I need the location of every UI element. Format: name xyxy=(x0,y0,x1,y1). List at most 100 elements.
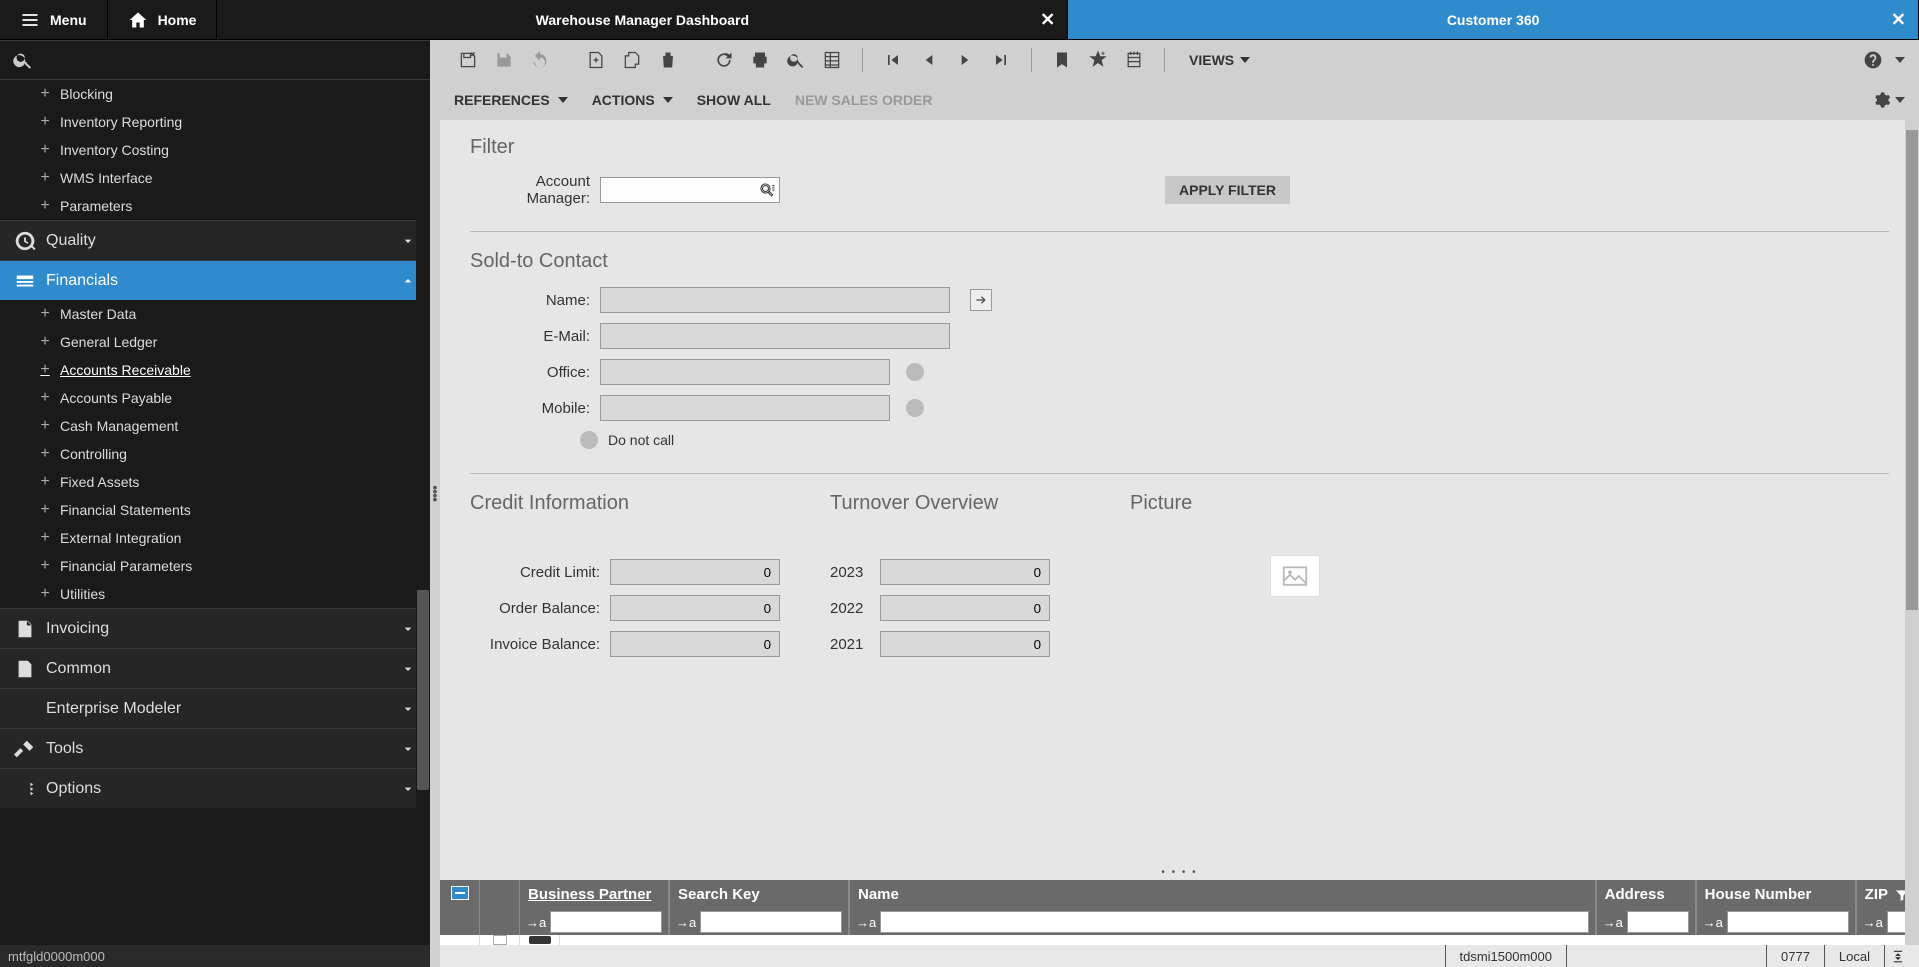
home-button[interactable]: Home xyxy=(108,0,218,39)
sidebar-group-enterprise-modeler[interactable]: Enterprise Modeler xyxy=(0,688,430,728)
sidebar-item-external-integration[interactable]: +External Integration xyxy=(0,524,430,552)
radio-unchecked[interactable] xyxy=(580,431,598,449)
col-zip[interactable]: ZIP xyxy=(1865,886,1888,903)
first-record-button[interactable] xyxy=(879,46,907,74)
filter-zip[interactable] xyxy=(1887,911,1907,933)
sidebar-item-inventory-costing[interactable]: +Inventory Costing xyxy=(0,136,430,164)
col-business-partner[interactable]: Business Partner xyxy=(520,880,669,909)
col-address[interactable]: Address xyxy=(1597,880,1696,909)
scrollbar-thumb[interactable] xyxy=(1906,130,1918,610)
tab-customer-360[interactable]: Customer 360 ✕ xyxy=(1068,0,1919,39)
match-mode-icon[interactable]: →a xyxy=(526,915,546,930)
sidebar-item-blocking[interactable]: +Blocking xyxy=(0,80,430,108)
divider xyxy=(470,231,1889,232)
copy-button[interactable] xyxy=(618,46,646,74)
sidebar-group-quality[interactable]: Quality xyxy=(0,220,430,260)
sidebar-group-label: Tools xyxy=(46,740,400,758)
print-button[interactable] xyxy=(746,46,774,74)
next-record-button[interactable] xyxy=(951,46,979,74)
chevron-down-icon xyxy=(400,701,416,717)
new-icon xyxy=(586,50,606,70)
prev-record-button[interactable] xyxy=(915,46,943,74)
sidebar-group-common[interactable]: Common xyxy=(0,648,430,688)
undo-button[interactable] xyxy=(526,46,554,74)
sidebar-item-inventory-reporting[interactable]: +Inventory Reporting xyxy=(0,108,430,136)
sidebar-item-parameters[interactable]: +Parameters xyxy=(0,192,430,220)
refresh-button[interactable] xyxy=(710,46,738,74)
sidebar-item-accounts-receivable[interactable]: +Accounts Receivable xyxy=(0,356,430,384)
match-mode-icon[interactable]: →a xyxy=(1603,915,1623,930)
filter-name[interactable] xyxy=(880,911,1588,933)
export-button[interactable] xyxy=(818,46,846,74)
match-mode-icon[interactable]: →a xyxy=(1863,915,1883,930)
settings-dropdown[interactable] xyxy=(1871,90,1905,110)
collapse-toggle[interactable] xyxy=(451,886,469,900)
match-mode-icon[interactable]: →a xyxy=(856,915,876,930)
sidebar-item-label: External Integration xyxy=(60,530,181,546)
tab-warehouse-dashboard[interactable]: Warehouse Manager Dashboard ✕ xyxy=(217,0,1068,39)
new-sales-order-button[interactable]: NEW SALES ORDER xyxy=(795,92,933,108)
favorite-button[interactable] xyxy=(1084,46,1112,74)
filter-address[interactable] xyxy=(1627,911,1689,933)
sidebar-item-cash-management[interactable]: +Cash Management xyxy=(0,412,430,440)
notes-button[interactable] xyxy=(1120,46,1148,74)
separator xyxy=(1031,48,1032,72)
views-dropdown[interactable]: VIEWS xyxy=(1181,52,1258,68)
resize-handle[interactable]: • • • • xyxy=(440,865,1919,880)
name-input[interactable] xyxy=(600,287,950,313)
sidebar-item-utilities[interactable]: +Utilities xyxy=(0,580,430,608)
menu-button[interactable]: Menu xyxy=(0,0,108,39)
office-input[interactable] xyxy=(600,359,890,385)
actions-dropdown[interactable]: ACTIONS xyxy=(592,92,673,108)
match-mode-icon[interactable]: →a xyxy=(1703,915,1723,930)
sidebar-item-fixed-assets[interactable]: +Fixed Assets xyxy=(0,468,430,496)
quality-icon xyxy=(14,230,36,252)
sidebar-item-controlling[interactable]: +Controlling xyxy=(0,440,430,468)
order-balance-value xyxy=(610,595,780,621)
col-name[interactable]: Name xyxy=(850,880,1596,909)
email-input[interactable] xyxy=(600,323,950,349)
save-close-button[interactable] xyxy=(454,46,482,74)
delete-button[interactable] xyxy=(654,46,682,74)
col-house-number[interactable]: House Number xyxy=(1697,880,1856,909)
export-icon xyxy=(822,50,842,70)
sidebar-group-financials[interactable]: Financials xyxy=(0,260,430,300)
scrollbar-thumb[interactable] xyxy=(417,590,429,790)
bookmark-button[interactable] xyxy=(1048,46,1076,74)
home-icon xyxy=(128,10,148,30)
sidebar-item-wms-interface[interactable]: +WMS Interface xyxy=(0,164,430,192)
references-dropdown[interactable]: REFERENCES xyxy=(454,92,568,108)
save-button[interactable] xyxy=(490,46,518,74)
content-scrollbar[interactable] xyxy=(1905,120,1919,945)
mobile-input[interactable] xyxy=(600,395,890,421)
sidebar-item-general-ledger[interactable]: +General Ledger xyxy=(0,328,430,356)
show-all-button[interactable]: SHOW ALL xyxy=(697,92,771,108)
drill-down-button[interactable] xyxy=(970,289,992,311)
col-search-key[interactable]: Search Key xyxy=(670,880,849,909)
sidebar-group-tools[interactable]: Tools xyxy=(0,728,430,768)
splitter-handle[interactable]: •••• xyxy=(430,40,440,945)
new-button[interactable] xyxy=(582,46,610,74)
filter-business-partner[interactable] xyxy=(550,911,662,933)
apply-filter-button[interactable]: APPLY FILTER xyxy=(1165,176,1290,204)
sidebar-search[interactable] xyxy=(0,40,430,80)
filter-house-number[interactable] xyxy=(1727,911,1849,933)
sidebar-item-master-data[interactable]: +Master Data xyxy=(0,300,430,328)
help-button[interactable] xyxy=(1859,46,1887,74)
sidebar-item-financial-statements[interactable]: +Financial Statements xyxy=(0,496,430,524)
match-mode-icon[interactable]: →a xyxy=(676,915,696,930)
search-button[interactable] xyxy=(782,46,810,74)
close-icon[interactable]: ✕ xyxy=(1040,9,1055,30)
email-label: E-Mail: xyxy=(470,328,600,345)
sidebar-scrollbar[interactable] xyxy=(416,80,430,945)
close-icon[interactable]: ✕ xyxy=(1891,9,1906,30)
sidebar-item-accounts-payable[interactable]: +Accounts Payable xyxy=(0,384,430,412)
sidebar-group-invoicing[interactable]: Invoicing xyxy=(0,608,430,648)
sidebar-group-options[interactable]: Options xyxy=(0,768,430,808)
options-icon xyxy=(14,778,36,800)
account-manager-input[interactable] xyxy=(600,177,780,203)
last-record-button[interactable] xyxy=(987,46,1015,74)
sidebar-item-financial-parameters[interactable]: +Financial Parameters xyxy=(0,552,430,580)
collapse-icon[interactable] xyxy=(1891,949,1905,963)
filter-search-key[interactable] xyxy=(700,911,842,933)
